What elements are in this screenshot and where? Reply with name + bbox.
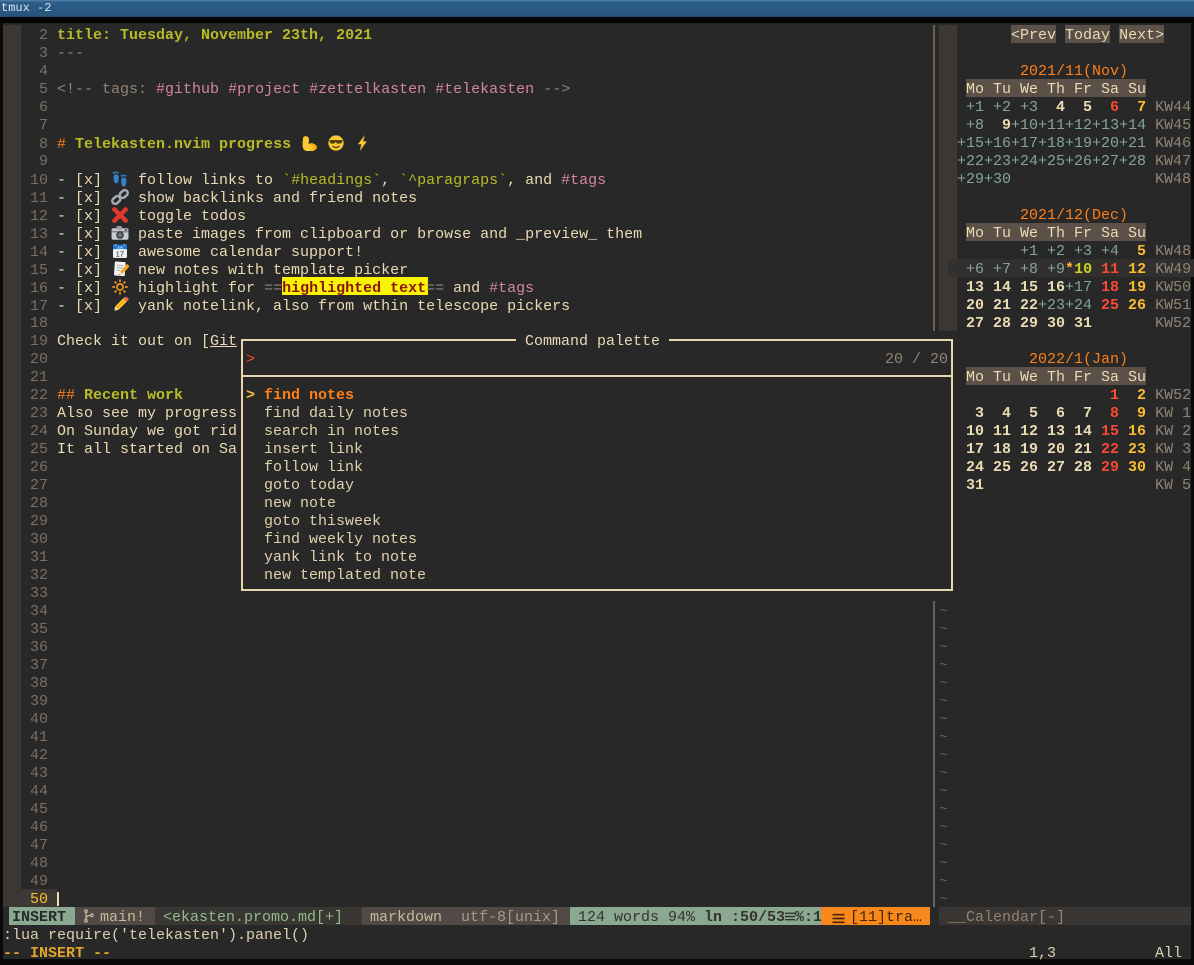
svg-text:17: 17 [116, 249, 124, 258]
